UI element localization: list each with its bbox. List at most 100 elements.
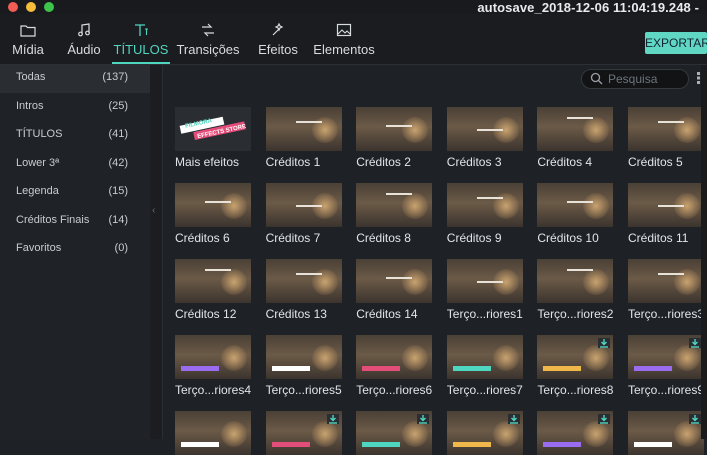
thumbnail-text-line	[658, 205, 684, 207]
sidebar-item[interactable]: Legenda (15)	[0, 179, 150, 207]
title-thumbnail[interactable]	[446, 183, 523, 227]
sidebar-item[interactable]: Créditos Finais (14)	[0, 208, 150, 236]
download-icon[interactable]	[689, 414, 701, 424]
thumbnail-light	[492, 345, 519, 371]
title-thumbnail[interactable]: FILMORA EFFECTS STORE	[175, 107, 251, 151]
title-thumbnail[interactable]	[628, 259, 704, 303]
sidebar-item[interactable]: Intros (25)	[0, 94, 150, 122]
title-thumbnail[interactable]	[265, 107, 342, 151]
title-thumbnail[interactable]	[628, 411, 704, 455]
lower-third-bar	[271, 442, 310, 447]
sidebar-item[interactable]: Todas (137)	[0, 65, 150, 93]
title-thumbnail[interactable]	[537, 411, 614, 455]
title-thumbnail[interactable]	[537, 107, 614, 151]
active-tab-underline	[112, 62, 170, 64]
title-thumbnail[interactable]	[356, 259, 433, 303]
download-icon[interactable]	[326, 414, 339, 424]
title-thumbnail[interactable]	[175, 259, 251, 303]
tab-titulos[interactable]: TÍTULOS	[112, 14, 170, 64]
sidebar-item-count: (25)	[108, 99, 128, 112]
thumbnail-light	[402, 269, 429, 295]
sidebar-item[interactable]: Favoritos (0)	[0, 236, 150, 264]
thumbnail-caption: Terço...riores9	[628, 383, 705, 397]
title-thumbnail[interactable]	[628, 335, 704, 379]
tab-label: Áudio	[67, 42, 101, 57]
lower-third-bar	[181, 442, 219, 447]
tab-label: Mídia	[12, 42, 44, 57]
thumbnail-text-line	[205, 269, 231, 271]
title-thumbnail[interactable]	[175, 183, 251, 227]
title-thumbnail[interactable]	[446, 335, 523, 379]
download-icon[interactable]	[507, 414, 520, 424]
thumbnail-text-line	[295, 273, 322, 275]
thumbnail-caption: Créditos 12	[175, 307, 237, 321]
tab-midia[interactable]: Mídia	[8, 14, 48, 64]
title-thumbnail[interactable]	[446, 411, 523, 455]
collapse-arrow-icon[interactable]: ‹	[152, 205, 155, 216]
grid-scrollbar[interactable]	[701, 65, 707, 439]
tab-efeitos[interactable]: Efeitos	[252, 14, 304, 64]
thumbnail-text-line	[658, 121, 684, 123]
thumbnail-text-line	[476, 129, 503, 131]
thumbnail-caption: Créditos 5	[628, 155, 683, 169]
export-button[interactable]: EXPORTAR	[645, 32, 707, 54]
search-icon	[590, 72, 603, 85]
lower-third-bar	[362, 442, 401, 447]
category-sidebar: Todas (137) Intros (25) TÍTULOS (41) Lower 3ª (…	[0, 65, 151, 439]
title-thumbnail[interactable]	[446, 107, 523, 151]
image-icon	[336, 22, 352, 38]
title-thumbnail[interactable]	[537, 259, 614, 303]
thumbnail-text-line	[476, 197, 503, 199]
download-icon[interactable]	[598, 414, 611, 424]
lower-third-bar	[362, 366, 401, 371]
thumbnail-caption: Terço...riores8	[537, 383, 614, 397]
thumbnail-caption: Terço...riores7	[446, 383, 523, 397]
title-thumbnail[interactable]	[356, 107, 433, 151]
tab-transicoes[interactable]: Transições	[176, 14, 240, 64]
thumbnail-caption: Créditos 6	[175, 231, 230, 245]
title-thumbnail[interactable]	[628, 107, 704, 151]
search-box[interactable]: Pesquisa	[581, 69, 689, 89]
close-window-button[interactable]	[8, 2, 18, 12]
thumbnail-caption: Créditos 10	[537, 231, 599, 245]
title-thumbnail[interactable]	[265, 183, 342, 227]
thumbnail-caption: Créditos 13	[265, 307, 327, 321]
title-thumbnail[interactable]	[175, 411, 251, 455]
thumbnail-text-line	[476, 281, 503, 283]
download-icon[interactable]	[417, 414, 430, 424]
thumbnail-light	[402, 345, 429, 371]
title-thumbnail[interactable]	[446, 259, 523, 303]
title-thumbnail[interactable]	[537, 183, 614, 227]
tab-elementos[interactable]: Elementos	[310, 14, 378, 64]
title-thumbnail[interactable]	[628, 183, 704, 227]
title-thumbnail[interactable]	[265, 411, 342, 455]
title-thumbnail[interactable]	[356, 335, 433, 379]
thumbnail-text-line	[386, 125, 413, 127]
thumbnail-light	[221, 421, 247, 447]
download-icon[interactable]	[689, 338, 701, 348]
sidebar-item[interactable]: Lower 3ª (42)	[0, 151, 150, 179]
sidebar-collapse-handle[interactable]: ‹	[150, 65, 163, 439]
lower-third-bar	[634, 442, 672, 447]
title-thumbnail[interactable]	[265, 259, 342, 303]
thumbnail-light	[402, 117, 429, 143]
title-thumbnail[interactable]	[265, 335, 342, 379]
thumbnail-light	[221, 345, 247, 371]
thumbnail-caption: Terço...riores3	[628, 307, 705, 321]
title-thumbnail[interactable]	[537, 335, 614, 379]
sidebar-item-label: Créditos Finais	[16, 213, 90, 226]
tab-audio[interactable]: Áudio	[60, 14, 108, 64]
thumbnail-caption: Terço...riores5	[265, 383, 342, 397]
sidebar-item-count: (14)	[108, 213, 128, 226]
sidebar-item[interactable]: TÍTULOS (41)	[0, 122, 150, 150]
zoom-window-button[interactable]	[44, 2, 54, 12]
thumbnail-caption: Créditos 14	[356, 307, 418, 321]
search-placeholder: Pesquisa	[608, 72, 658, 86]
minimize-window-button[interactable]	[26, 2, 36, 12]
title-thumbnail[interactable]	[175, 335, 251, 379]
title-thumbnail[interactable]	[356, 183, 433, 227]
sidebar-item-label: Favoritos	[16, 242, 62, 254]
title-thumbnail[interactable]	[356, 411, 433, 455]
download-icon[interactable]	[598, 338, 611, 348]
thumbnail-caption: Mais efeitos	[175, 155, 240, 169]
